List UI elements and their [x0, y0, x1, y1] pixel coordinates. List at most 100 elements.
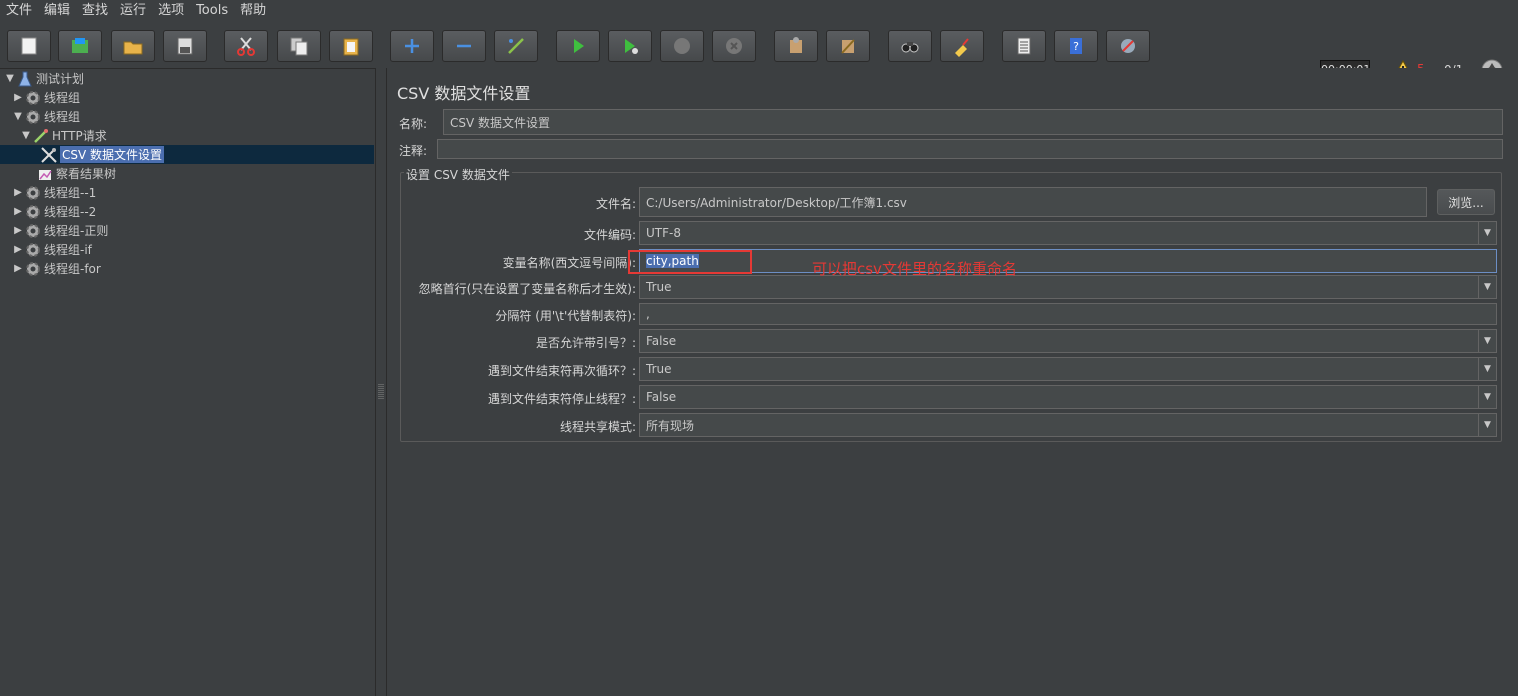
remote-start-button[interactable] — [1106, 30, 1150, 62]
help-icon: ? — [1070, 38, 1082, 54]
tree-item-thread-group[interactable]: ▶ 线程组-正则 — [12, 221, 108, 240]
stop-thread-eof-select[interactable]: False ▼ — [639, 385, 1497, 409]
cut-icon — [237, 37, 255, 56]
templates-button[interactable] — [58, 30, 102, 62]
varnames-field[interactable]: city,path — [639, 249, 1497, 273]
save-button[interactable] — [163, 30, 207, 62]
sharing-mode-select[interactable]: 所有现场 ▼ — [639, 413, 1497, 437]
open-button[interactable] — [111, 30, 155, 62]
svg-text:?: ? — [1073, 40, 1079, 53]
collapse-arrow-icon[interactable]: ▶ — [12, 244, 24, 256]
collapse-button[interactable] — [442, 30, 486, 62]
shutdown-icon — [726, 38, 742, 54]
flask-icon — [16, 70, 34, 88]
page-title: CSV 数据文件设置 — [397, 84, 531, 103]
clear-all-button[interactable] — [826, 30, 870, 62]
chevron-down-icon[interactable]: ▼ — [1478, 358, 1496, 380]
collapse-icon — [457, 44, 471, 48]
tree-item-label: 线程组--1 — [44, 186, 97, 200]
chevron-down-icon[interactable]: ▼ — [1478, 222, 1496, 244]
paste-button[interactable] — [329, 30, 373, 62]
tree-item-thread-group[interactable]: ▶ 线程组--1 — [12, 183, 96, 202]
tree-item-thread-group[interactable]: ▶ 线程组 — [12, 88, 80, 107]
function-helper-icon — [1017, 37, 1031, 55]
tree-item-label: 测试计划 — [36, 72, 85, 86]
function-helper-button[interactable] — [1002, 30, 1046, 62]
tree-item-thread-group[interactable]: ▶ 线程组--2 — [12, 202, 96, 221]
chevron-down-icon[interactable]: ▼ — [1478, 414, 1496, 436]
start-no-pause-icon — [625, 39, 638, 54]
delimiter-field[interactable]: , — [639, 303, 1497, 325]
start-button[interactable] — [556, 30, 600, 62]
recycle-eof-select[interactable]: True ▼ — [639, 357, 1497, 381]
tree-item-csv-data-set[interactable]: CSV 数据文件设置 — [0, 145, 374, 164]
help-button[interactable]: ? — [1054, 30, 1098, 62]
tree-item-thread-group[interactable]: ▶ 线程组-if — [12, 240, 92, 259]
menu-help[interactable]: 帮助 — [234, 0, 272, 22]
sharing-mode-value: 所有现场 — [646, 418, 695, 433]
start-no-pause-button[interactable] — [608, 30, 652, 62]
gear-icon — [24, 89, 42, 107]
gear-icon — [24, 260, 42, 278]
new-button[interactable] — [7, 30, 51, 62]
menu-search[interactable]: 查找 — [76, 0, 114, 22]
new-icon — [21, 37, 37, 55]
tree-item-view-results-tree[interactable]: 察看结果树 — [36, 164, 116, 183]
collapse-arrow-icon[interactable]: ▶ — [12, 92, 24, 104]
tree-item-thread-group[interactable]: ▶ 线程组-for — [12, 259, 101, 278]
menu-file[interactable]: 文件 — [0, 0, 38, 22]
gear-icon — [24, 241, 42, 259]
grip-icon[interactable] — [378, 382, 384, 402]
tree-item-http-request[interactable]: ▼ HTTP请求 — [20, 126, 107, 145]
clear-all-icon — [841, 39, 855, 54]
tree-item-test-plan[interactable]: ▼ 测试计划 — [4, 69, 84, 88]
stop-button[interactable] — [660, 30, 704, 62]
gear-icon — [24, 108, 42, 126]
chevron-down-icon[interactable]: ▼ — [1478, 330, 1496, 352]
name-field[interactable]: CSV 数据文件设置 — [443, 109, 1503, 135]
open-icon — [123, 41, 143, 55]
tree-item-label: 线程组 — [44, 91, 81, 105]
toggle-icon — [508, 38, 524, 54]
expand-arrow-icon[interactable]: ▼ — [4, 73, 16, 85]
comment-label: 注释: — [399, 144, 428, 158]
browse-button[interactable]: 浏览... — [1437, 189, 1495, 215]
filename-field[interactable]: C:/Users/Administrator/Desktop/工作簿1.csv — [639, 187, 1427, 217]
reset-search-button[interactable] — [940, 30, 984, 62]
menu-edit[interactable]: 编辑 — [38, 0, 76, 22]
copy-icon — [290, 37, 308, 56]
encoding-select[interactable]: UTF-8 ▼ — [639, 221, 1497, 245]
search-button[interactable] — [888, 30, 932, 62]
collapse-arrow-icon[interactable]: ▶ — [12, 225, 24, 237]
chevron-down-icon[interactable]: ▼ — [1478, 386, 1496, 408]
menu-tools[interactable]: Tools — [190, 0, 234, 22]
cut-button[interactable] — [224, 30, 268, 62]
clear-button[interactable] — [774, 30, 818, 62]
collapse-arrow-icon[interactable]: ▶ — [12, 263, 24, 275]
expand-arrow-icon[interactable]: ▼ — [12, 111, 24, 123]
tree-item-label: 察看结果树 — [56, 167, 117, 181]
tree-item-label: HTTP请求 — [52, 129, 107, 143]
chevron-down-icon[interactable]: ▼ — [1478, 276, 1496, 298]
allow-quoted-value: False — [646, 334, 677, 348]
varnames-label: 变量名称(西文逗号间隔): — [502, 256, 636, 270]
tree-item-thread-group[interactable]: ▼ 线程组 — [12, 107, 80, 126]
collapse-arrow-icon[interactable]: ▶ — [12, 187, 24, 199]
shutdown-button[interactable] — [712, 30, 756, 62]
collapse-arrow-icon[interactable]: ▶ — [12, 206, 24, 218]
toggle-button[interactable] — [494, 30, 538, 62]
expand-arrow-icon[interactable]: ▼ — [20, 130, 32, 142]
comment-field[interactable] — [437, 139, 1503, 159]
copy-button[interactable] — [277, 30, 321, 62]
reset-search-icon — [955, 38, 969, 57]
menu-run[interactable]: 运行 — [114, 0, 152, 22]
delimiter-label: 分隔符 (用'\t'代替制表符): — [495, 309, 636, 323]
gear-icon — [24, 203, 42, 221]
menu-options[interactable]: 选项 — [152, 0, 190, 22]
tree-item-label: 线程组--2 — [44, 205, 97, 219]
tree-item-label: 线程组-正则 — [44, 224, 109, 238]
expand-button[interactable] — [390, 30, 434, 62]
ignore-first-line-select[interactable]: True ▼ — [639, 275, 1497, 299]
annotation-highlight-box — [628, 250, 752, 274]
allow-quoted-select[interactable]: False ▼ — [639, 329, 1497, 353]
